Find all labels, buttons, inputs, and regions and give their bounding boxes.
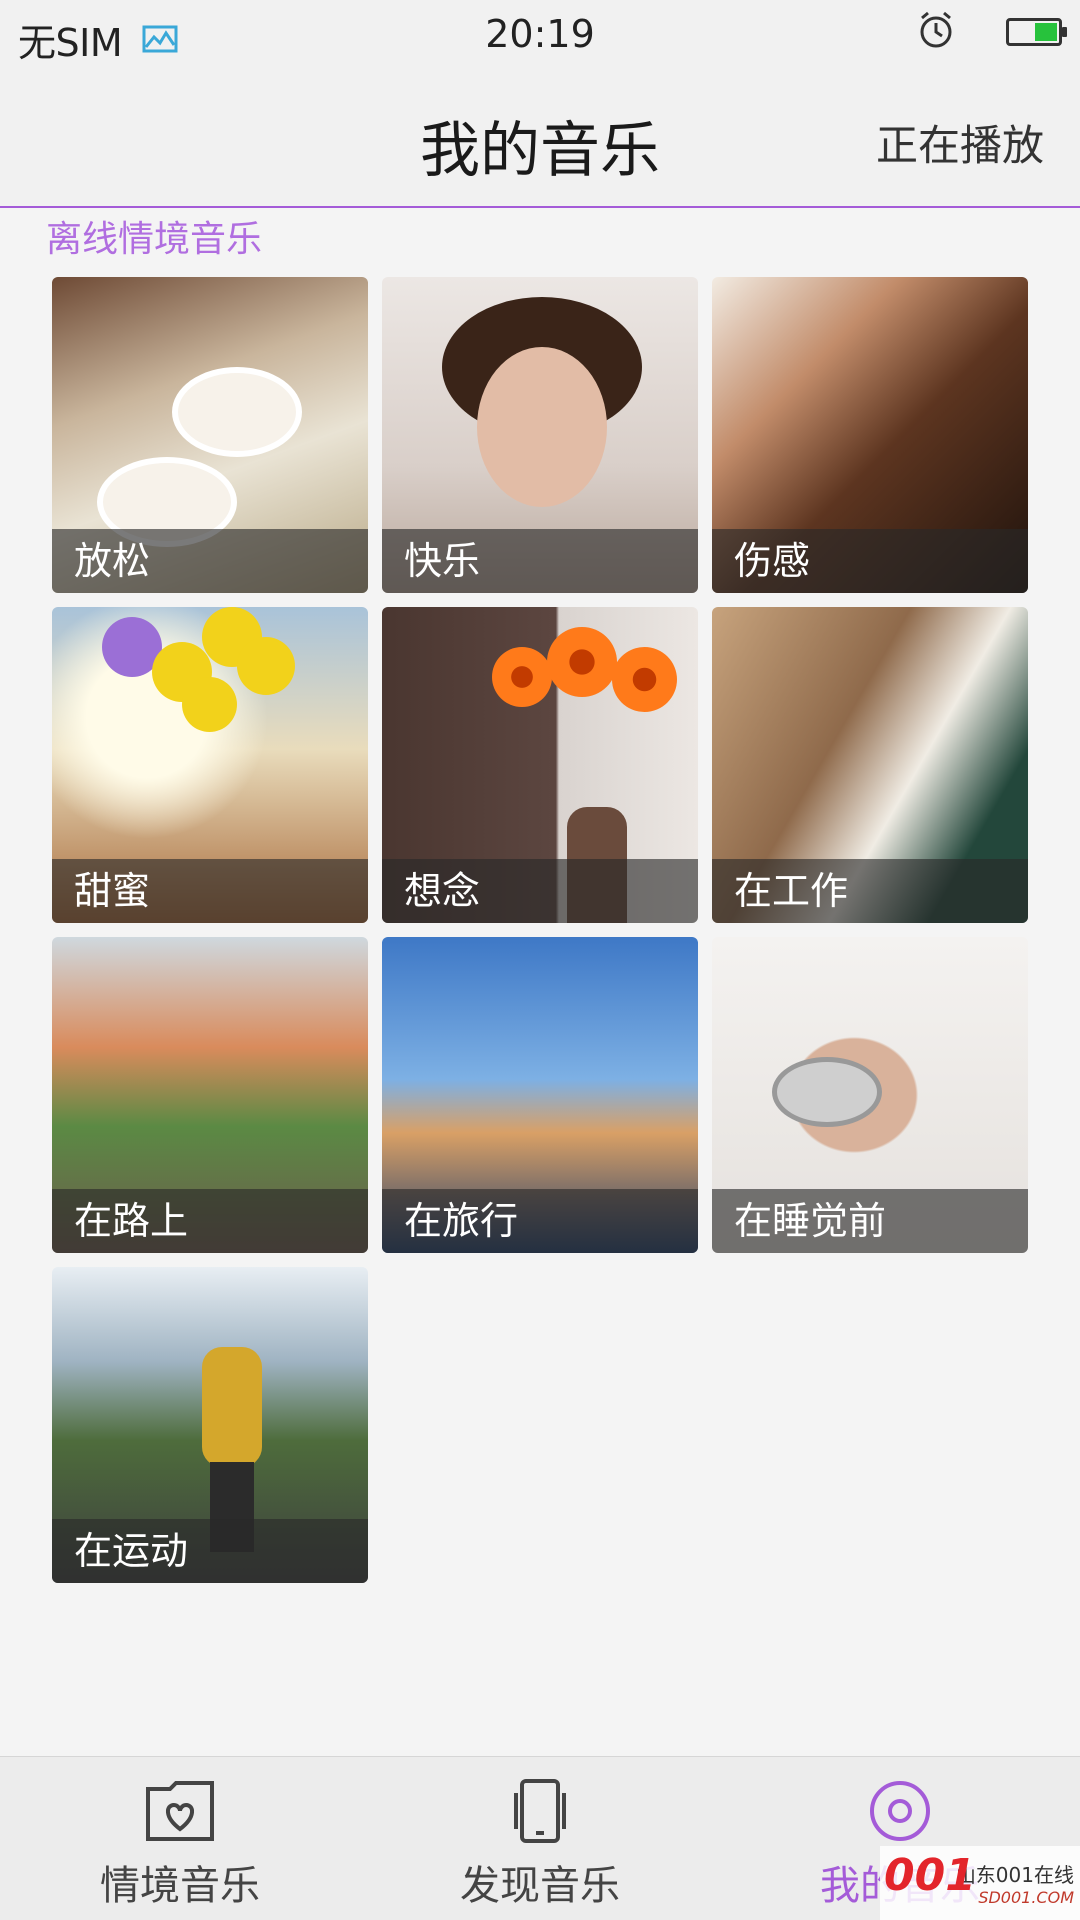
tile-label: 伤感 — [712, 529, 1028, 593]
tile-label: 想念 — [382, 859, 698, 923]
tile-miss[interactable]: 想念 — [382, 607, 698, 923]
tile-road[interactable]: 在路上 — [52, 937, 368, 1253]
tile-label: 在路上 — [52, 1189, 368, 1253]
tile-label: 在工作 — [712, 859, 1028, 923]
tile-sad[interactable]: 伤感 — [712, 277, 1028, 593]
watermark-domain: SD001.COM — [978, 1888, 1074, 1907]
watermark: 001 山东001在线 SD001.COM — [880, 1846, 1080, 1920]
tile-label: 放松 — [52, 529, 368, 593]
header: 我的音乐 正在播放 — [0, 68, 1080, 208]
tile-sport[interactable]: 在运动 — [52, 1267, 368, 1583]
mood-grid: 放松 快乐 伤感 甜蜜 想念 在工作 在路上 在旅行 在睡觉前 在运动 — [52, 277, 1028, 1583]
tile-label: 在睡觉前 — [712, 1189, 1028, 1253]
nav-label: 发现音乐 — [460, 1863, 620, 1909]
now-playing-button[interactable]: 正在播放 — [876, 112, 1044, 173]
nav-label: 情境音乐 — [100, 1863, 260, 1909]
tile-work[interactable]: 在工作 — [712, 607, 1028, 923]
tile-label: 快乐 — [382, 529, 698, 593]
tile-sweet[interactable]: 甜蜜 — [52, 607, 368, 923]
tile-label: 在运动 — [52, 1519, 368, 1583]
tile-relax[interactable]: 放松 — [52, 277, 368, 593]
section-title: 离线情境音乐 — [46, 219, 263, 260]
nav-item-discover-music[interactable]: 发现音乐 — [360, 1757, 720, 1920]
nav-item-mood-music[interactable]: 情境音乐 — [0, 1757, 360, 1920]
status-bar: 无SIM 20:19 — [0, 0, 1080, 68]
alarm-icon — [916, 10, 956, 54]
tile-sleep[interactable]: 在睡觉前 — [712, 937, 1028, 1253]
watermark-logo: 001 — [884, 1850, 976, 1901]
tile-label: 在旅行 — [382, 1189, 698, 1253]
tile-label: 甜蜜 — [52, 859, 368, 923]
tile-happy[interactable]: 快乐 — [382, 277, 698, 593]
battery-icon — [1006, 18, 1067, 46]
folder-heart-icon — [144, 1779, 216, 1843]
disc-icon — [864, 1779, 936, 1843]
tile-travel[interactable]: 在旅行 — [382, 937, 698, 1253]
phone-icon — [504, 1779, 576, 1843]
